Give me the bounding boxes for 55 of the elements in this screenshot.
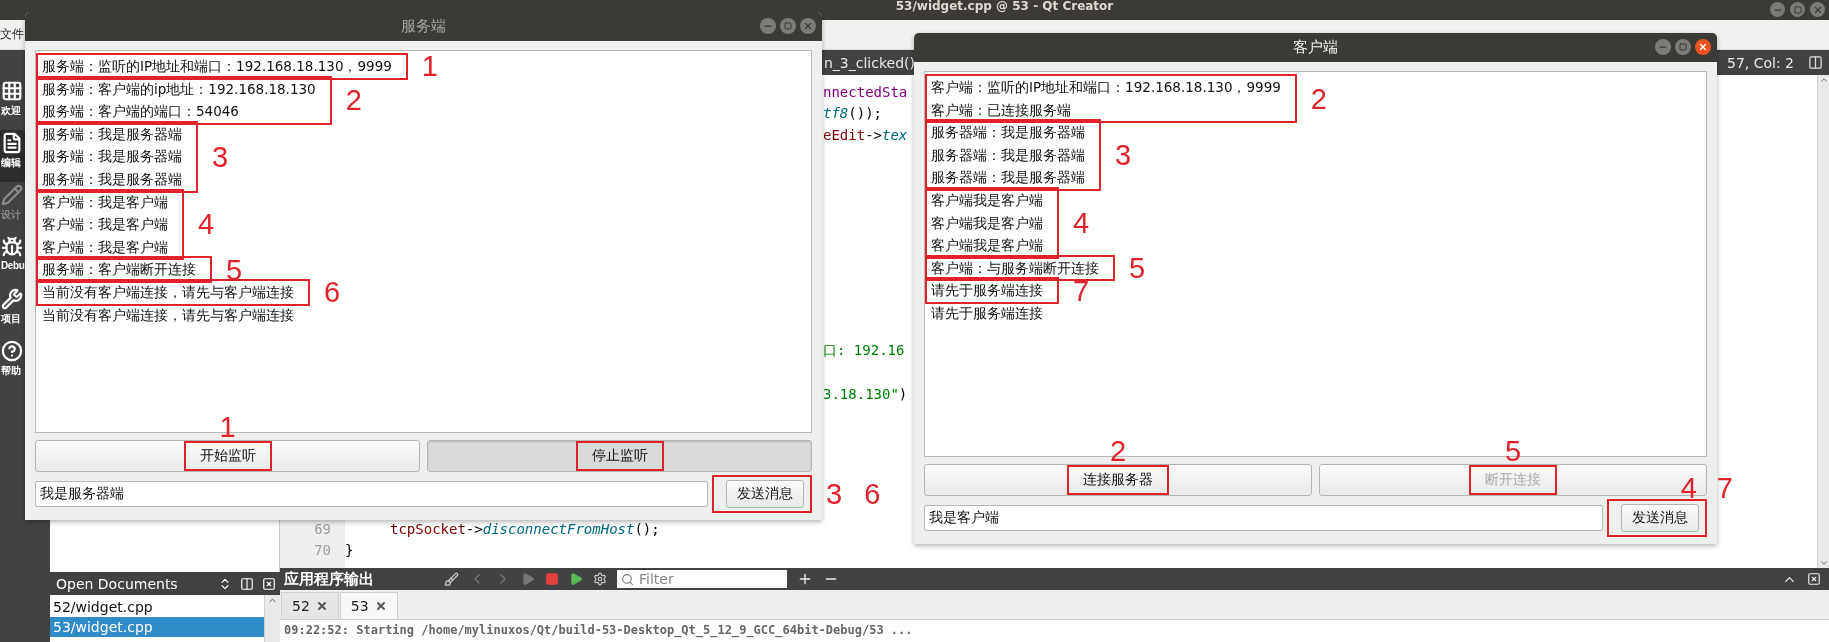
log-line: 服务端：监听的IP地址和端口：192.168.18.130，9999 — [42, 57, 392, 76]
log-line: 服务端：我是服务器端 — [42, 147, 182, 167]
code-line: tcpSocket->disconnectFromHost(); — [389, 520, 660, 537]
cursor-position: 57, Col: 2 — [1726, 54, 1794, 71]
window-title: 53/widget.cpp @ 53 - Qt Creator — [895, 0, 1114, 12]
panel-title: Open Documents — [56, 575, 179, 592]
annotation-number: 3 — [1115, 144, 1132, 167]
log-line: 服务端：客户端的端口：54046 — [42, 102, 240, 122]
annotation-number: 7 — [1073, 279, 1090, 302]
log-line: 服务器端：我是服务器端 — [931, 145, 1085, 165]
code-line: } — [345, 542, 354, 559]
annotation-number: 3 — [212, 145, 229, 168]
annotation-number: 7 — [1716, 477, 1733, 499]
annotation-number: 2 — [345, 89, 362, 112]
pane-title: 应用程序输出 — [284, 569, 375, 589]
log-line: 客户端：我是客户端 — [42, 237, 168, 257]
annotation-number: 6 — [864, 483, 881, 505]
line-number: 69 — [314, 520, 331, 537]
log-line: 客户端：与服务端断开连接 — [931, 258, 1099, 278]
line-number: 70 — [314, 542, 331, 559]
log-line: 客户端：我是客户端 — [42, 215, 168, 235]
log-line: 客户端：监听的IP地址和端口：192.168.18.130，9999 — [931, 78, 1281, 97]
code-line: 口: 192.16 — [822, 341, 905, 360]
log-line: 服务端：我是服务器端 — [42, 124, 182, 144]
annotation-number: 5 — [1504, 440, 1522, 462]
code-line: tf8()); — [822, 105, 882, 122]
log-line: 当前没有客户端连接，请先与客户端连接 — [42, 305, 294, 325]
annotation-number: 4 — [198, 213, 215, 236]
log-line: 客户端我是客户端 — [931, 190, 1043, 210]
log-line: 请先于服务端连接 — [931, 303, 1043, 323]
annotation-number: 4 — [1073, 211, 1090, 234]
log-line: 服务端：客户端的ip地址：192.168.18.130 — [42, 79, 316, 99]
window-title: 服务端 — [401, 17, 446, 36]
code-line: 3.18.130") — [822, 386, 908, 403]
annotation-number: 4 — [1680, 477, 1697, 499]
log-line: 服务端：我是服务器端 — [42, 169, 182, 189]
annotation-number: 1 — [219, 416, 236, 438]
log-line: 当前没有客户端连接，请先与客户端连接 — [42, 282, 294, 302]
code-line: eEdit->tex — [822, 127, 908, 143]
log-line: 服务器端：我是服务器端 — [931, 123, 1085, 143]
log-line: 客户端我是客户端 — [931, 213, 1043, 233]
output-text: 09:22:52: Starting /home/mylinuxos/Qt/build-53-Desktop_Qt_5_12_9_GCC_64bit-Debug/53 ... — [280, 620, 1829, 642]
annotation-number: 3 — [826, 483, 843, 505]
log-line: 服务器端：我是服务器端 — [931, 168, 1085, 188]
annotation-number: 1 — [421, 55, 438, 78]
annotation-number: 5 — [1129, 257, 1146, 280]
annotation-number: 2 — [1109, 440, 1127, 462]
annotation-number: 6 — [324, 281, 341, 304]
log-line: 客户端：已连接服务端 — [931, 100, 1072, 120]
log-line: 请先于服务端连接 — [931, 281, 1043, 301]
annotation-number: 2 — [1310, 87, 1327, 110]
log-line: 服务端：客户端断开连接 — [42, 260, 196, 280]
log-line: 客户端我是客户端 — [931, 236, 1043, 256]
window-title: 客户端 — [1293, 38, 1338, 57]
log-line: 客户端：我是客户端 — [42, 192, 168, 212]
